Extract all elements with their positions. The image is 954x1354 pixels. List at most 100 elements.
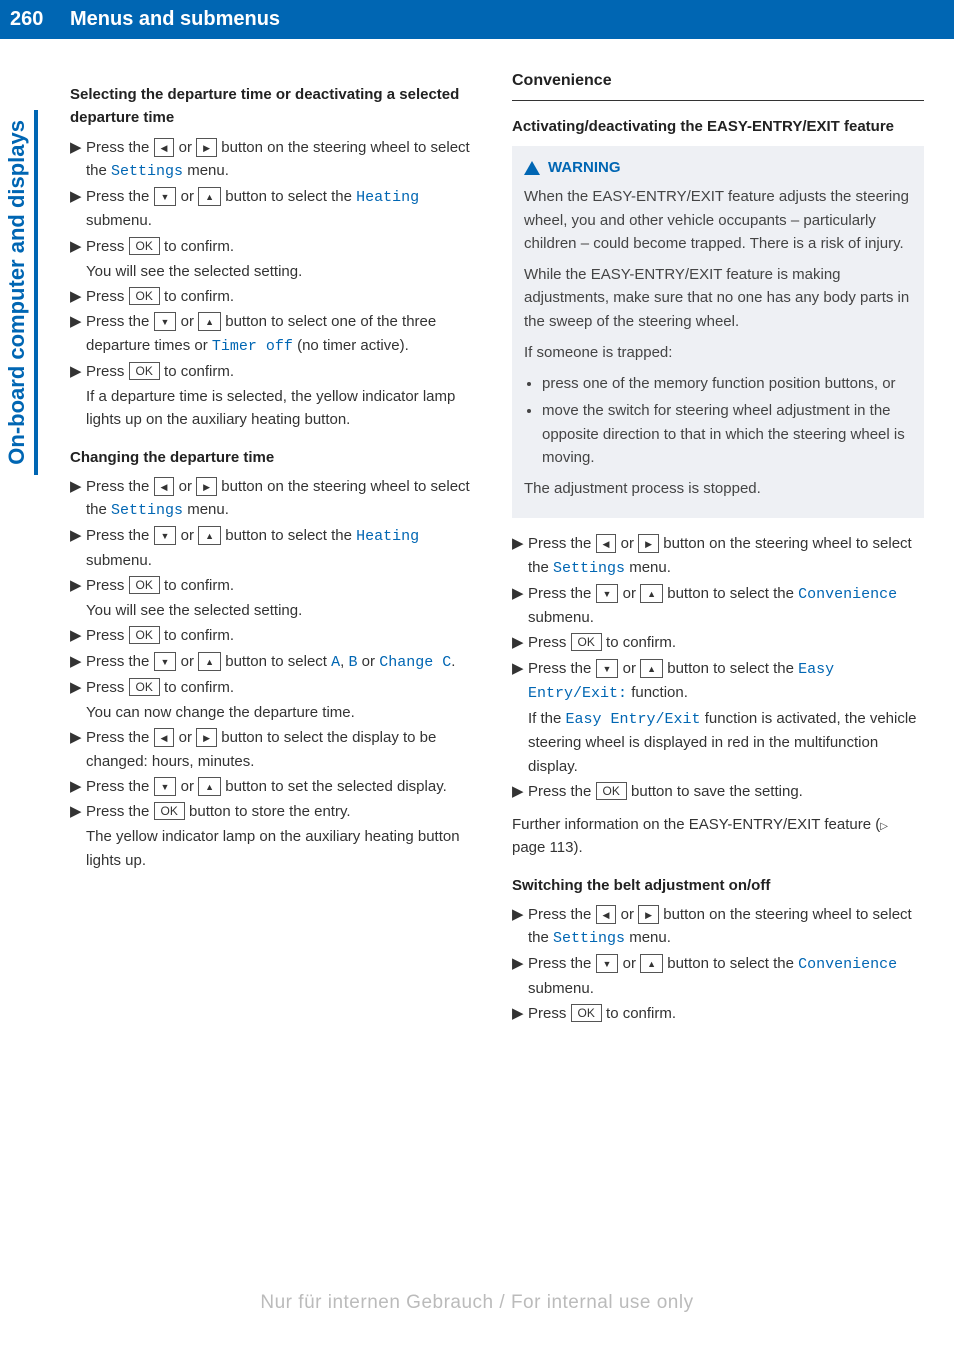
down-arrow-key-icon [596,584,619,603]
up-arrow-key-icon [198,652,221,671]
step: ▶Press the or button to select the displ… [70,726,482,773]
step-result: The yellow indicator lamp on the auxilia… [86,825,482,872]
text: button to select the [663,585,798,602]
ok-key-icon: OK [129,626,160,644]
step-body: Press the or button to select the Easy E… [528,657,924,706]
warning-text: When the EASY-ENTRY/EXIT feature adjusts… [524,185,912,255]
step-body: Press the or button to select the displa… [86,726,482,773]
text: Press the [86,139,154,156]
step-arrow-icon: ▶ [70,475,86,523]
menu-name: Settings [553,560,625,577]
ok-key-icon: OK [154,802,185,820]
heading-convenience: Convenience [512,69,924,94]
step-body: Press the or button on the steering whee… [86,475,482,523]
text: to confirm. [160,288,234,305]
up-arrow-key-icon [198,312,221,331]
step: ▶Press the OK button to save the setting… [512,780,924,803]
menu-name: Heating [356,189,419,206]
step-arrow-icon: ▶ [512,780,528,803]
text: or [174,139,196,156]
right-arrow-key-icon [196,477,217,496]
step: ▶Press OK to confirm. [70,676,482,699]
right-column: Convenience Activating/deactivating the … [512,69,924,1027]
left-arrow-key-icon [596,905,617,924]
down-arrow-key-icon [154,187,177,206]
down-arrow-key-icon [596,954,619,973]
step-arrow-icon: ▶ [70,136,86,184]
warning-list: press one of the memory function positio… [524,372,912,469]
step-body: Press the or button on the steering whee… [528,532,924,580]
down-arrow-key-icon [596,659,619,678]
menu-name: Settings [111,502,183,519]
step-arrow-icon: ▶ [70,650,86,674]
step: ▶Press OK to confirm. [512,631,924,654]
text: , [340,653,348,670]
right-arrow-key-icon [638,905,659,924]
further-info: Further information on the EASY-ENTRY/EX… [512,813,924,860]
text: Press the [528,783,596,800]
text: Press [528,1005,571,1022]
text: Press the [86,729,154,746]
text: Press [86,627,129,644]
step: ▶Press OK to confirm. [512,1002,924,1025]
up-arrow-key-icon [640,954,663,973]
step-arrow-icon: ▶ [70,800,86,823]
text: menu. [625,929,671,946]
text: Press [86,238,129,255]
menu-name: Easy Entry/Exit [566,711,701,728]
step: ▶Press the or button on the steering whe… [512,903,924,951]
down-arrow-key-icon [154,652,177,671]
text: If the [528,710,566,727]
warning-text: The adjustment process is stopped. [524,477,912,500]
ok-key-icon: OK [129,678,160,696]
text: submenu. [86,212,152,229]
menu-name: Settings [553,930,625,947]
step: ▶Press OK to confirm. [70,574,482,597]
text: Further information on the EASY-ENTRY/EX… [512,816,880,833]
text: or [176,778,198,795]
heading-change-departure: Changing the departure time [70,446,482,469]
text: or [176,188,198,205]
step-arrow-icon: ▶ [70,574,86,597]
step: ▶Press the or button on the steering whe… [70,475,482,523]
step-arrow-icon: ▶ [70,676,86,699]
watermark: Nur für internen Gebrauch / For internal… [0,1292,954,1314]
text: (no timer active). [293,337,409,354]
step: ▶Press the or button to select the Conve… [512,952,924,1000]
text: Press the [86,313,154,330]
text: or [174,729,196,746]
text: or [174,478,196,495]
step: ▶Press OK to confirm. [70,285,482,308]
text: to confirm. [160,238,234,255]
step-body: Press the or button to select the Conven… [528,952,924,1000]
menu-name: Convenience [798,586,897,603]
menu-name: Change C [379,654,451,671]
right-arrow-key-icon [196,728,217,747]
text: button to set the selected display. [221,778,447,795]
text: to confirm. [602,634,676,651]
step-arrow-icon: ▶ [70,726,86,773]
text: button to select [221,653,331,670]
text: Press the [86,478,154,495]
warning-text: While the EASY-ENTRY/EXIT feature is mak… [524,263,912,333]
ok-key-icon: OK [129,237,160,255]
text: submenu. [528,980,594,997]
step-body: Press the or button to set the selected … [86,775,482,798]
step-body: Press the or button on the steering whee… [528,903,924,951]
text: or [618,955,640,972]
step: ▶Press OK to confirm. [70,360,482,383]
warning-title: WARNING [524,156,912,179]
step: ▶Press the or button to select the Heati… [70,524,482,572]
step-body: Press OK to confirm. [86,235,482,258]
text: submenu. [86,552,152,569]
text: Press the [528,535,596,552]
header-bar: Menus and submenus [0,0,954,39]
step-arrow-icon: ▶ [512,1002,528,1025]
text: Press the [528,906,596,923]
text: button to select the [663,955,798,972]
up-arrow-key-icon [198,526,221,545]
step: ▶Press the or button to set the selected… [70,775,482,798]
step-arrow-icon: ▶ [70,185,86,233]
step-arrow-icon: ▶ [512,532,528,580]
warning-box: WARNING When the EASY-ENTRY/EXIT feature… [512,146,924,518]
